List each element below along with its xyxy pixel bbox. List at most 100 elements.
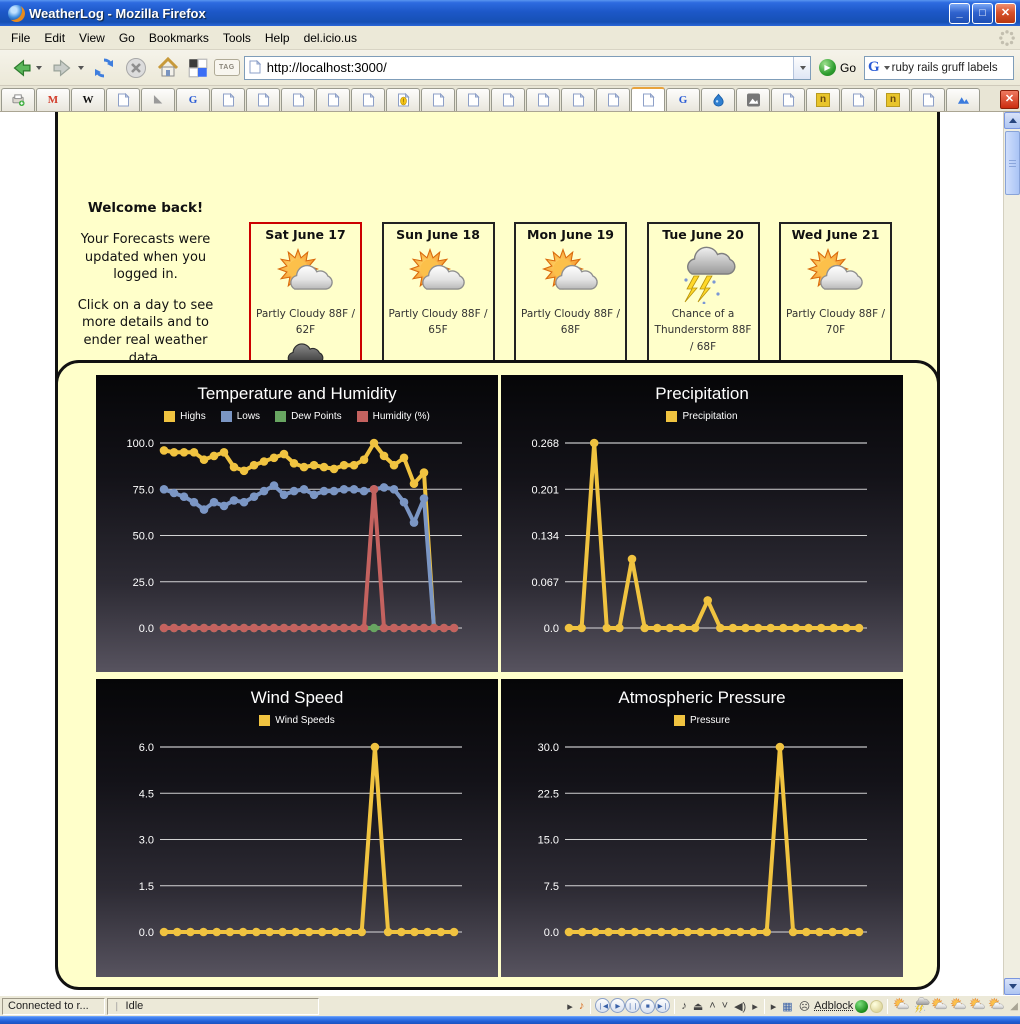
back-dropdown-icon[interactable] xyxy=(36,66,42,70)
chevron-up-icon[interactable]: ˄ xyxy=(707,1000,717,1012)
close-tab-button[interactable]: ✕ xyxy=(1000,90,1019,109)
tab[interactable]: ◣ xyxy=(141,88,175,111)
menu-item-help[interactable]: Help xyxy=(258,28,297,48)
tab[interactable] xyxy=(281,88,315,111)
thunderstorm-icon[interactable] xyxy=(911,1004,930,1016)
tab[interactable] xyxy=(561,88,595,111)
idle-status: ❘Idle xyxy=(107,998,319,1015)
thunderstorm-icon xyxy=(670,246,736,304)
page-icon xyxy=(249,60,262,75)
minimize-button[interactable]: _ xyxy=(949,3,970,24)
chart-title: Wind Speed xyxy=(96,679,498,708)
search-engine-dropdown-icon[interactable] xyxy=(884,66,890,70)
forecast-day-title: Tue June 20 xyxy=(649,227,758,242)
tab[interactable]: G xyxy=(176,88,210,111)
delicious-button[interactable] xyxy=(186,56,210,80)
music-note-icon[interactable]: ♪ xyxy=(577,1000,587,1012)
menu-item-go[interactable]: Go xyxy=(112,28,142,48)
menu-item-edit[interactable]: Edit xyxy=(37,28,72,48)
window-title: WeatherLog - Mozilla Firefox xyxy=(29,6,947,21)
partly-cloudy-icon[interactable] xyxy=(892,1004,911,1016)
tab[interactable]: W xyxy=(71,88,105,111)
vertical-scrollbar[interactable] xyxy=(1003,112,1020,995)
media-prev-button[interactable]: ❘◀ xyxy=(595,998,610,1013)
media-play-button[interactable]: ▶ xyxy=(610,998,625,1013)
forward-button[interactable] xyxy=(48,53,86,83)
tab[interactable] xyxy=(211,88,245,111)
expander-icon[interactable]: ▸ xyxy=(750,1000,760,1013)
forward-dropdown-icon[interactable] xyxy=(78,66,84,70)
menu-item-file[interactable]: File xyxy=(4,28,37,48)
partly-cloudy-icon xyxy=(405,246,471,304)
tab[interactable] xyxy=(1,88,35,111)
tab[interactable]: ! xyxy=(386,88,420,111)
partly-cloudy-icon[interactable] xyxy=(968,1004,987,1016)
close-button[interactable]: ✕ xyxy=(995,3,1016,24)
tag-button[interactable]: TAG xyxy=(214,59,240,76)
url-dropdown-button[interactable] xyxy=(793,57,810,79)
menu-item-bookmarks[interactable]: Bookmarks xyxy=(142,28,216,48)
tab[interactable] xyxy=(596,88,630,111)
tab[interactable] xyxy=(841,88,875,111)
volume-icon[interactable]: ◀) xyxy=(732,1000,748,1013)
maximize-button[interactable]: □ xyxy=(972,3,993,24)
expander-icon[interactable]: ▸ xyxy=(565,1000,575,1013)
forecast-day-title: Sat June 17 xyxy=(251,227,360,242)
tab[interactable]: n xyxy=(806,88,840,111)
tab[interactable] xyxy=(701,88,735,111)
partly-cloudy-icon[interactable] xyxy=(987,1004,1006,1016)
url-bar[interactable]: http://localhost:3000/ xyxy=(244,56,811,80)
page-icon xyxy=(117,93,130,107)
tab[interactable] xyxy=(911,88,945,111)
tab[interactable]: G xyxy=(666,88,700,111)
page-icon xyxy=(432,93,445,107)
moon-phase-icon[interactable] xyxy=(870,1000,883,1013)
session-window-icon[interactable]: ▦ xyxy=(780,1000,794,1013)
adblock-label[interactable]: Adblock xyxy=(814,1000,853,1012)
scroll-up-button[interactable] xyxy=(1004,112,1020,129)
svg-text:0.0: 0.0 xyxy=(139,927,154,939)
tab[interactable] xyxy=(316,88,350,111)
tab[interactable] xyxy=(736,88,770,111)
tab[interactable] xyxy=(246,88,280,111)
back-button[interactable] xyxy=(6,53,44,83)
tab[interactable] xyxy=(456,88,490,111)
tab[interactable]: n xyxy=(876,88,910,111)
reload-button[interactable] xyxy=(90,54,118,82)
scroll-thumb[interactable] xyxy=(1005,131,1020,195)
tab[interactable] xyxy=(491,88,525,111)
search-input[interactable]: ruby rails gruff labels xyxy=(892,62,998,74)
page-icon xyxy=(607,93,620,107)
scroll-down-button[interactable] xyxy=(1004,978,1020,995)
sad-face-icon[interactable]: ☹ xyxy=(797,1000,812,1013)
tab[interactable] xyxy=(946,88,980,111)
forecast-day-desc: Chance of a Thunderstorm 88F / 68F xyxy=(649,306,758,355)
tab-active[interactable] xyxy=(631,87,665,111)
menu-item-delicious[interactable]: del.icio.us xyxy=(297,28,364,48)
media-stop-button[interactable]: ■ xyxy=(640,999,655,1014)
tab[interactable] xyxy=(351,88,385,111)
media-next-button[interactable]: ▶❘ xyxy=(655,998,670,1013)
forward-arrow-icon xyxy=(50,55,76,81)
expander-icon[interactable]: ▸ xyxy=(769,1000,779,1013)
menu-item-tools[interactable]: Tools xyxy=(216,28,258,48)
stop-button[interactable] xyxy=(122,54,150,82)
home-button[interactable] xyxy=(154,54,182,82)
menu-item-view[interactable]: View xyxy=(72,28,112,48)
partly-cloudy-icon[interactable] xyxy=(949,1004,968,1016)
playlist-note-icon[interactable]: ♪ xyxy=(679,1000,689,1012)
tab[interactable] xyxy=(106,88,140,111)
status-green-icon[interactable] xyxy=(855,1000,868,1013)
tab[interactable] xyxy=(421,88,455,111)
tab[interactable]: M xyxy=(36,88,70,111)
tab[interactable] xyxy=(526,88,560,111)
tab[interactable] xyxy=(771,88,805,111)
eject-icon[interactable]: ⏏ xyxy=(691,1000,705,1013)
n-icon: n xyxy=(886,93,900,107)
search-box[interactable]: G ruby rails gruff labels xyxy=(864,56,1014,80)
chevron-down-icon[interactable]: ˅ xyxy=(720,1000,730,1012)
partly-cloudy-icon[interactable] xyxy=(930,1004,949,1016)
media-pause-button[interactable]: ❘❘ xyxy=(625,998,640,1013)
go-button[interactable]: ▶ Go xyxy=(815,59,860,76)
url-text[interactable]: http://localhost:3000/ xyxy=(262,60,793,75)
